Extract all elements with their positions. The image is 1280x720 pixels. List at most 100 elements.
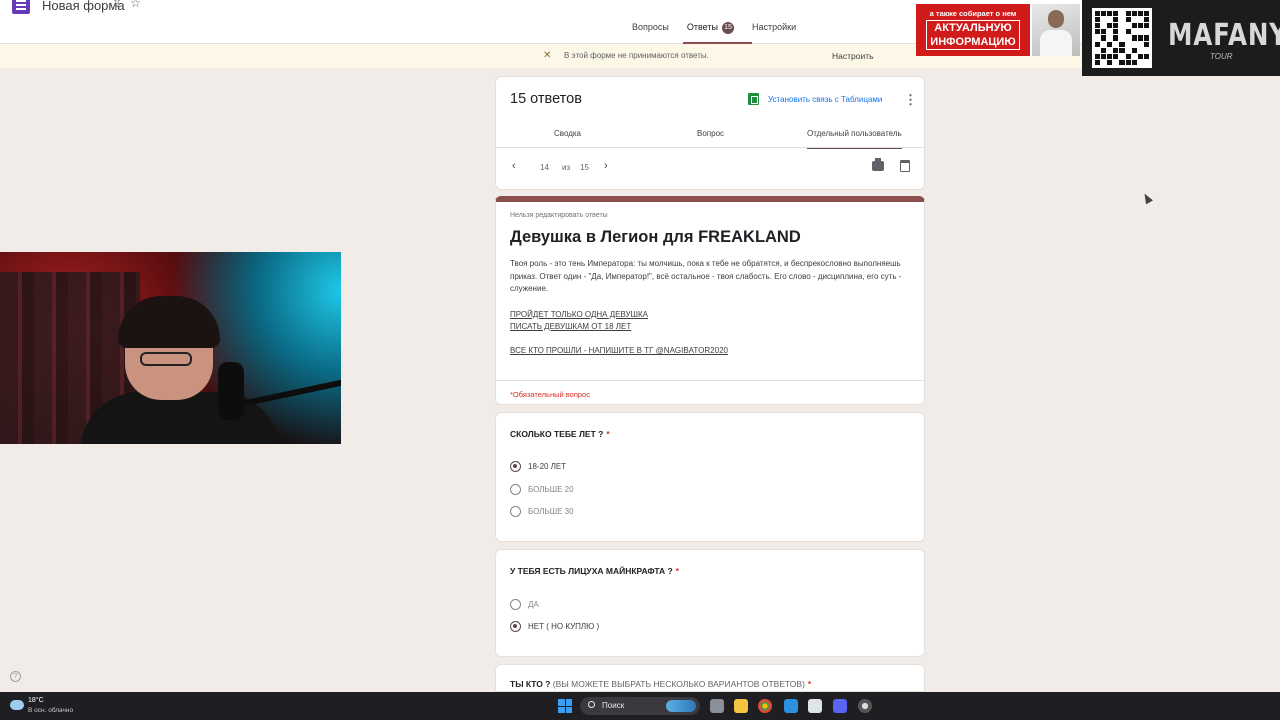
qr-cell — [1113, 47, 1119, 53]
total-responses: 15 — [580, 163, 589, 172]
print-icon[interactable] — [872, 158, 884, 171]
divider — [496, 380, 924, 381]
taskbar-search[interactable]: Поиск — [580, 697, 700, 715]
qr-cell — [1101, 47, 1107, 53]
current-response-number[interactable]: 14 — [540, 163, 549, 172]
qr-cell — [1095, 41, 1101, 47]
qr-cell — [1113, 35, 1119, 41]
qr-cell — [1137, 59, 1143, 65]
search-highlight-icon — [666, 700, 696, 712]
qr-cell — [1107, 35, 1113, 41]
promo-top-text: а также собирает о нем — [929, 9, 1017, 18]
star-icon[interactable]: ☆ — [130, 0, 149, 10]
weather-cloud-icon[interactable] — [10, 700, 24, 710]
qr-cell — [1095, 59, 1101, 65]
radio-option[interactable]: 18-20 ЛЕТ — [510, 460, 566, 472]
qr-cell — [1131, 29, 1137, 35]
qr-cell — [1137, 53, 1143, 59]
qr-cell — [1113, 59, 1119, 65]
form-description-link[interactable]: ПИСАТЬ ДЕВУШКАМ ОТ 18 ЛЕТ — [510, 322, 631, 331]
required-star: * — [807, 679, 812, 689]
webcam-microphone — [218, 362, 244, 420]
qr-cell — [1119, 11, 1125, 17]
radio-option[interactable]: БОЛЬШЕ 20 — [510, 483, 574, 495]
folder-move-icon[interactable]: ⇪ — [112, 0, 130, 10]
qr-cell — [1131, 35, 1137, 41]
notepad-icon[interactable] — [808, 699, 822, 713]
radio-unselected[interactable] — [510, 505, 521, 517]
qr-cell — [1137, 41, 1143, 47]
qr-cell — [1101, 59, 1107, 65]
qr-cell — [1143, 11, 1149, 17]
webcam-person-glasses — [140, 352, 192, 366]
of-label: из — [562, 163, 571, 172]
more-options-icon[interactable]: ⋮ — [904, 92, 917, 108]
task-view-icon[interactable] — [710, 699, 724, 713]
qr-cell — [1095, 17, 1101, 23]
qr-cell — [1137, 23, 1143, 29]
tour-name: MAFANYA — [1168, 18, 1280, 53]
obs-icon[interactable] — [858, 699, 872, 713]
radio-option[interactable]: ДА — [510, 598, 539, 610]
forms-logo-icon[interactable] — [12, 0, 30, 14]
radio-option[interactable]: НЕТ ( НО КУПЛЮ ) — [510, 620, 599, 632]
tab-questions[interactable]: Вопросы — [630, 22, 671, 44]
weather-description[interactable]: В осн. облачно — [28, 707, 73, 714]
title-actions: ⇪☆ — [112, 0, 149, 10]
tab-individual[interactable]: Отдельный пользователь — [807, 129, 902, 149]
prev-response-icon[interactable]: ‹ — [512, 160, 516, 172]
radio-option[interactable]: БОЛЬШЕ 30 — [510, 505, 574, 517]
qr-cell — [1143, 35, 1149, 41]
required-star: * — [606, 429, 610, 439]
qr-cell — [1107, 23, 1113, 29]
tab-settings[interactable]: Настройки — [750, 22, 798, 44]
next-response-icon[interactable]: › — [604, 160, 608, 172]
qr-cell — [1095, 29, 1101, 35]
file-explorer-icon[interactable] — [734, 699, 748, 713]
sheets-icon[interactable] — [748, 93, 759, 105]
promo-main-text: АКТУАЛЬНУЮ ИНФОРМАЦИЮ — [926, 20, 1020, 50]
chrome-icon[interactable] — [758, 699, 772, 713]
qr-cell — [1125, 29, 1131, 35]
tour-overlay: MAFANYA TOUR — [1082, 0, 1280, 76]
tab-responses[interactable]: Ответы 15 — [682, 22, 753, 44]
radio-unselected[interactable] — [510, 598, 521, 610]
no-responses-icon: ✕ — [543, 50, 552, 61]
tab-question[interactable]: Вопрос — [697, 129, 724, 147]
no-edit-note: Нельзя редактировать ответы — [510, 212, 608, 219]
qr-cell — [1125, 23, 1131, 29]
weather-temperature[interactable]: 18°C — [28, 697, 44, 704]
banner-configure-button[interactable]: Настроить — [832, 51, 874, 61]
banner-text: В этой форме не принимаются ответы. — [564, 51, 709, 60]
qr-cell — [1125, 17, 1131, 23]
qr-cell — [1095, 23, 1101, 29]
responses-count-badge: 15 — [721, 22, 734, 34]
question-title: ТЫ КТО ? (ВЫ МОЖЕТЕ ВЫБРАТЬ НЕСКОЛЬКО ВА… — [510, 679, 812, 689]
qr-cell — [1101, 41, 1107, 47]
responses-count-title: 15 ответов — [510, 91, 582, 107]
tab-summary[interactable]: Сводка — [554, 129, 581, 147]
qr-cell — [1119, 23, 1125, 29]
qr-cell — [1131, 41, 1137, 47]
qr-cell — [1095, 11, 1101, 17]
qr-cell — [1143, 29, 1149, 35]
discord-icon[interactable] — [833, 699, 847, 713]
radio-selected[interactable] — [510, 460, 521, 472]
radio-unselected[interactable] — [510, 483, 521, 495]
qr-cell — [1101, 35, 1107, 41]
delete-icon[interactable] — [900, 160, 910, 172]
qr-cell — [1119, 47, 1125, 53]
telegram-icon[interactable] — [784, 699, 798, 713]
radio-selected[interactable] — [510, 620, 521, 632]
form-description-link[interactable]: ВСЕ КТО ПРОШЛИ - НАПИШИТЕ В ТГ @NAGIBATO… — [510, 346, 728, 355]
webcam-mic-arm — [238, 378, 341, 408]
tour-subtitle: TOUR — [1210, 52, 1233, 61]
qr-cell — [1137, 35, 1143, 41]
windows-start-icon[interactable] — [558, 699, 572, 713]
form-description-link[interactable]: ПРОЙДЕТ ТОЛЬКО ОДНА ДЕВУШКА — [510, 310, 648, 319]
promo-box: а также собирает о нем АКТУАЛЬНУЮ ИНФОРМ… — [916, 4, 1030, 56]
qr-cell — [1143, 47, 1149, 53]
qr-cell — [1131, 47, 1137, 53]
help-icon[interactable]: ? — [10, 671, 21, 682]
link-sheets-button[interactable]: Установить связь с Таблицами — [768, 95, 882, 104]
